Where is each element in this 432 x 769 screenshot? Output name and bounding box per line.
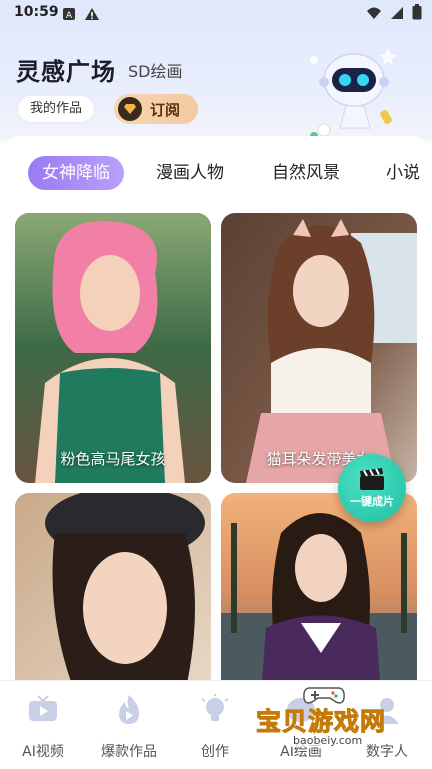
flame-play-icon <box>119 695 140 724</box>
one-click-video-button[interactable]: 一键成片 <box>338 454 406 522</box>
artwork-caption: 粉色高马尾女孩 <box>60 450 166 468</box>
nav-label: 爆款作品 <box>101 744 157 760</box>
page-subtitle: SD绘画 <box>128 62 183 81</box>
signal-icon <box>390 5 404 24</box>
status-bar: 10:59 A <box>0 0 432 26</box>
nav-create[interactable]: 创作 <box>172 693 258 761</box>
subscribe-label: 订阅 <box>150 100 181 119</box>
page-title: 灵感广场 <box>16 58 116 86</box>
notification-a-icon: A <box>62 6 76 25</box>
nav-label: AI视频 <box>22 744 64 760</box>
subscribe-button[interactable]: 订阅 <box>114 94 198 124</box>
watermark: 宝贝游戏网 baobeiy.com <box>255 684 406 754</box>
svg-text:A: A <box>66 11 73 21</box>
robot-mascot <box>296 40 406 140</box>
status-time: 10:59 <box>14 4 59 20</box>
wifi-icon <box>366 5 382 24</box>
header: 灵感广场 SD绘画 我的作品 订阅 <box>0 26 432 140</box>
tab-nature-scenery[interactable]: 自然风景 <box>272 156 340 190</box>
tab-novel[interactable]: 小说 <box>386 156 420 190</box>
content-panel: 女神降临 漫画人物 自然风景 小说 粉色高马尾女孩 猫耳朵发带美女 一键成片 <box>0 136 432 680</box>
artwork-image <box>221 213 417 483</box>
artwork-image <box>15 213 211 483</box>
artwork-image <box>221 493 417 680</box>
nav-label: 创作 <box>201 744 229 760</box>
clapperboard-icon <box>360 468 384 490</box>
artwork-card[interactable] <box>15 493 211 680</box>
artwork-card[interactable]: 猫耳朵发带美女 <box>221 213 417 483</box>
artwork-card[interactable] <box>221 493 417 680</box>
lightbulb-icon <box>201 694 229 721</box>
battery-icon <box>412 4 422 24</box>
watermark-text: 宝贝游戏网 <box>255 707 387 737</box>
category-tabs: 女神降临 漫画人物 自然风景 小说 <box>0 156 432 192</box>
tv-icon <box>29 695 57 721</box>
tab-goddess[interactable]: 女神降临 <box>28 156 124 190</box>
diamond-icon <box>118 97 142 121</box>
nav-ai-video[interactable]: AI视频 <box>0 693 86 761</box>
warning-icon <box>84 6 100 25</box>
watermark-url: baobeiy.com <box>290 734 366 747</box>
tab-comic-characters[interactable]: 漫画人物 <box>156 156 224 190</box>
my-works-button[interactable]: 我的作品 <box>18 96 94 122</box>
artwork-image <box>15 493 211 680</box>
one-click-video-label: 一键成片 <box>350 495 394 508</box>
artwork-card[interactable]: 粉色高马尾女孩 <box>15 213 211 483</box>
nav-hot-works[interactable]: 爆款作品 <box>86 693 172 761</box>
